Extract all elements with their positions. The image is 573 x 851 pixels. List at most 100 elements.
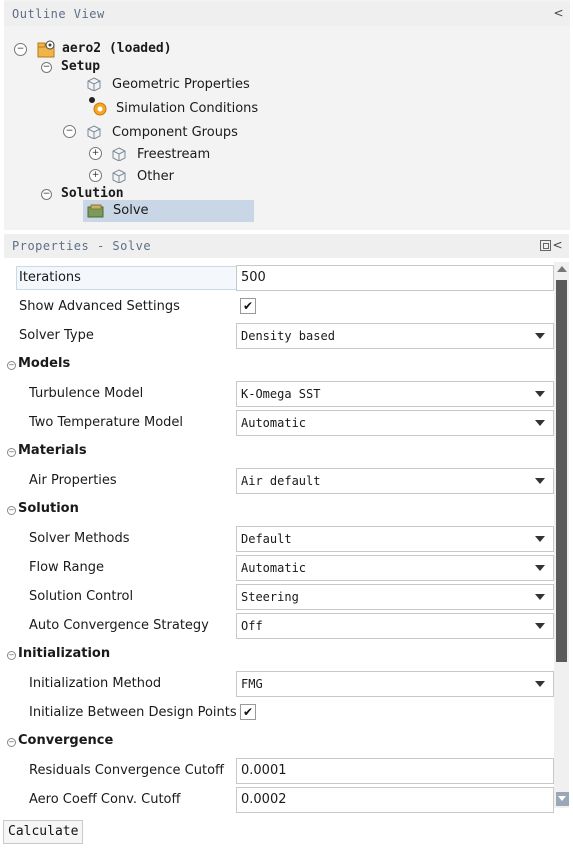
row-show-advanced: Show Advanced Settings ✔	[4, 292, 554, 321]
row-turbulence-model: Turbulence Model K-Omega SST	[4, 379, 554, 408]
float-panel-icon[interactable]	[540, 240, 551, 251]
aero-coeff-cutoff-input[interactable]: 0.0002	[236, 787, 554, 813]
collapse-properties-button[interactable]: <	[552, 238, 563, 252]
row-auto-convergence-strategy: Auto Convergence Strategy Off	[4, 611, 554, 640]
solver-methods-label: Solver Methods	[29, 531, 130, 546]
category-convergence[interactable]: − Convergence	[4, 727, 554, 756]
collapse-toggle-models[interactable]: −	[7, 361, 16, 370]
iterations-input[interactable]: 500	[236, 265, 554, 291]
initialization-method-dropdown[interactable]: FMG	[236, 671, 554, 697]
residuals-cutoff-label: Residuals Convergence Cutoff	[29, 763, 224, 778]
properties-grid: Iterations 500 Show Advanced Settings ✔ …	[4, 258, 554, 813]
component-groups-cube-icon	[87, 125, 101, 139]
show-advanced-checkbox[interactable]: ✔	[240, 298, 256, 314]
row-solver-methods: Solver Methods Default	[4, 524, 554, 553]
iterations-label: Iterations	[19, 270, 81, 285]
two-temperature-model-label: Two Temperature Model	[29, 415, 184, 430]
auto-convergence-dropdown[interactable]: Off	[236, 613, 554, 639]
show-advanced-label: Show Advanced Settings	[19, 299, 180, 314]
project-folder-icon	[37, 40, 55, 58]
row-residuals-cutoff: Residuals Convergence Cutoff 0.0001	[4, 756, 554, 785]
chevron-down-icon	[535, 536, 545, 542]
expand-toggle-other[interactable]: +	[89, 169, 102, 182]
collapse-toggle-setup[interactable]: −	[41, 62, 52, 73]
models-heading: Models	[18, 356, 71, 371]
outline-view-header: Outline View <	[4, 2, 570, 26]
collapse-toggle-solution-props[interactable]: −	[7, 506, 16, 515]
turbulence-model-label: Turbulence Model	[29, 386, 144, 401]
row-solver-type: Solver Type Density based	[4, 321, 554, 350]
category-models[interactable]: − Models	[4, 350, 554, 379]
tree-item-other[interactable]: Other	[137, 166, 174, 188]
solution-heading: Solution	[18, 501, 79, 516]
chevron-down-icon	[535, 391, 545, 397]
row-air-properties: Air Properties Air default	[4, 466, 554, 495]
row-initialize-between-design-points: Initialize Between Design Points ✔	[4, 698, 554, 727]
geometry-cube-icon	[87, 77, 101, 91]
collapse-toggle-initialization[interactable]: −	[7, 651, 16, 660]
row-iterations: Iterations 500	[4, 263, 554, 292]
collapse-panel-button[interactable]: <	[553, 6, 564, 20]
residuals-cutoff-input[interactable]: 0.0001	[236, 758, 554, 784]
tree-item-solve-selected[interactable]: Solve	[83, 200, 254, 222]
initialize-between-label: Initialize Between Design Points	[29, 705, 237, 720]
properties-header: Properties - Solve <	[4, 234, 569, 258]
properties-title: Properties - Solve	[12, 239, 152, 253]
solve-icon	[87, 204, 104, 218]
materials-heading: Materials	[18, 443, 87, 458]
row-solution-control: Solution Control Steering	[4, 582, 554, 611]
row-flow-range: Flow Range Automatic	[4, 553, 554, 582]
air-properties-label: Air Properties	[29, 473, 117, 488]
tree-item-setup[interactable]: Setup	[61, 56, 100, 78]
category-solution[interactable]: − Solution	[4, 495, 554, 524]
outline-view-title: Outline View	[12, 7, 105, 21]
convergence-heading: Convergence	[18, 733, 114, 748]
expand-toggle-freestream[interactable]: +	[89, 147, 102, 160]
outline-view-panel: Outline View < − aero2 (loaded) − Setup …	[4, 0, 570, 230]
properties-scrollbar[interactable]	[554, 262, 569, 808]
other-cube-icon	[112, 169, 126, 183]
chevron-down-icon	[535, 333, 545, 339]
collapse-toggle-component-groups[interactable]: −	[63, 125, 76, 138]
gear-icon	[89, 97, 107, 116]
chevron-down-icon	[535, 565, 545, 571]
flow-range-dropdown[interactable]: Automatic	[236, 555, 554, 581]
solution-control-label: Solution Control	[29, 589, 134, 604]
category-initialization[interactable]: − Initialization	[4, 640, 554, 669]
two-temperature-model-dropdown[interactable]: Automatic	[236, 410, 554, 436]
scrollbar-thumb[interactable]	[556, 280, 567, 662]
row-two-temperature-model: Two Temperature Model Automatic	[4, 408, 554, 437]
chevron-down-icon	[535, 594, 545, 600]
collapse-toggle-convergence[interactable]: −	[7, 738, 16, 747]
chevron-down-icon	[535, 420, 545, 426]
solver-type-dropdown[interactable]: Density based	[236, 323, 554, 349]
tree-item-component-groups[interactable]: Component Groups	[112, 122, 238, 144]
calculate-button[interactable]: Calculate	[3, 820, 84, 844]
aero-coeff-cutoff-label: Aero Coeff Conv. Cutoff	[29, 792, 181, 807]
freestream-cube-icon	[112, 147, 126, 161]
solver-methods-dropdown[interactable]: Default	[236, 526, 554, 552]
turbulence-model-dropdown[interactable]: K-Omega SST	[236, 381, 554, 407]
auto-convergence-label: Auto Convergence Strategy	[29, 618, 209, 633]
chevron-down-icon	[535, 623, 545, 629]
solver-type-label: Solver Type	[19, 328, 94, 343]
scroll-down-arrow[interactable]	[556, 792, 569, 806]
chevron-down-icon	[535, 681, 545, 687]
chevron-down-icon	[535, 478, 545, 484]
solution-control-dropdown[interactable]: Steering	[236, 584, 554, 610]
row-aero-coeff-cutoff: Aero Coeff Conv. Cutoff 0.0002	[4, 785, 554, 814]
category-materials[interactable]: − Materials	[4, 437, 554, 466]
scroll-up-arrow[interactable]	[557, 266, 567, 272]
initialization-method-label: Initialization Method	[29, 676, 162, 691]
tree-item-geometric-properties[interactable]: Geometric Properties	[112, 74, 250, 96]
air-properties-dropdown[interactable]: Air default	[236, 468, 554, 494]
initialization-heading: Initialization	[18, 646, 111, 661]
tree-item-simulation-conditions[interactable]: Simulation Conditions	[116, 98, 258, 120]
collapse-toggle-materials[interactable]: −	[7, 448, 16, 457]
collapse-toggle-root[interactable]: −	[14, 43, 27, 56]
initialize-between-checkbox[interactable]: ✔	[240, 704, 256, 720]
tree-item-freestream[interactable]: Freestream	[137, 144, 210, 166]
flow-range-label: Flow Range	[29, 560, 105, 575]
collapse-toggle-solution[interactable]: −	[41, 189, 52, 200]
row-initialization-method: Initialization Method FMG	[4, 669, 554, 698]
